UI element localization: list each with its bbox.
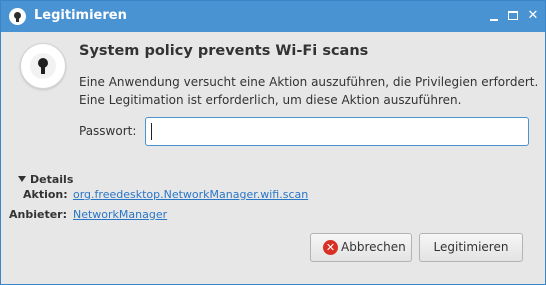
authenticate-button[interactable]: Legitimieren: [419, 233, 523, 262]
dialog-description: Eine Anwendung versucht eine Aktion ausz…: [79, 73, 538, 109]
maximize-button[interactable]: [504, 7, 522, 25]
vendor-label: Anbieter:: [9, 208, 67, 221]
authenticate-button-label: Legitimieren: [433, 240, 509, 254]
lock-icon-keyhole-stem: [41, 65, 45, 74]
details-toggle[interactable]: Details: [18, 173, 73, 186]
auth-dialog-window: Legitimieren ✕ System policy prevents Wi…: [0, 0, 546, 285]
description-line-1: Eine Anwendung versucht eine Aktion ausz…: [79, 75, 539, 89]
password-input[interactable]: [145, 117, 529, 146]
details-toggle-label: Details: [30, 173, 74, 186]
titlebar[interactable]: Legitimieren ✕: [1, 1, 545, 32]
window-lock-icon: [9, 8, 26, 25]
text-caret: [151, 123, 152, 140]
maximize-icon: [508, 11, 518, 20]
minimize-icon: [490, 19, 498, 21]
dialog-lock-icon: [20, 43, 66, 89]
action-label: Aktion:: [23, 188, 68, 201]
close-icon: ✕: [527, 8, 539, 23]
dialog-heading: System policy prevents Wi-Fi scans: [79, 43, 369, 59]
description-line-2: Eine Legitimation ist erforderlich, um d…: [79, 93, 462, 107]
window-title: Legitimieren: [34, 8, 127, 23]
minimize-button[interactable]: [485, 7, 503, 25]
cancel-icon: ✕: [323, 240, 338, 255]
vendor-link[interactable]: NetworkManager: [73, 208, 167, 221]
password-label: Passwort:: [79, 124, 137, 138]
close-button[interactable]: ✕: [524, 7, 542, 25]
cancel-button-label: Abbrechen: [341, 240, 406, 254]
cancel-button[interactable]: ✕ Abbrechen: [310, 233, 412, 262]
triangle-down-icon: [18, 176, 26, 182]
action-link[interactable]: org.freedesktop.NetworkManager.wifi.scan: [73, 188, 308, 201]
